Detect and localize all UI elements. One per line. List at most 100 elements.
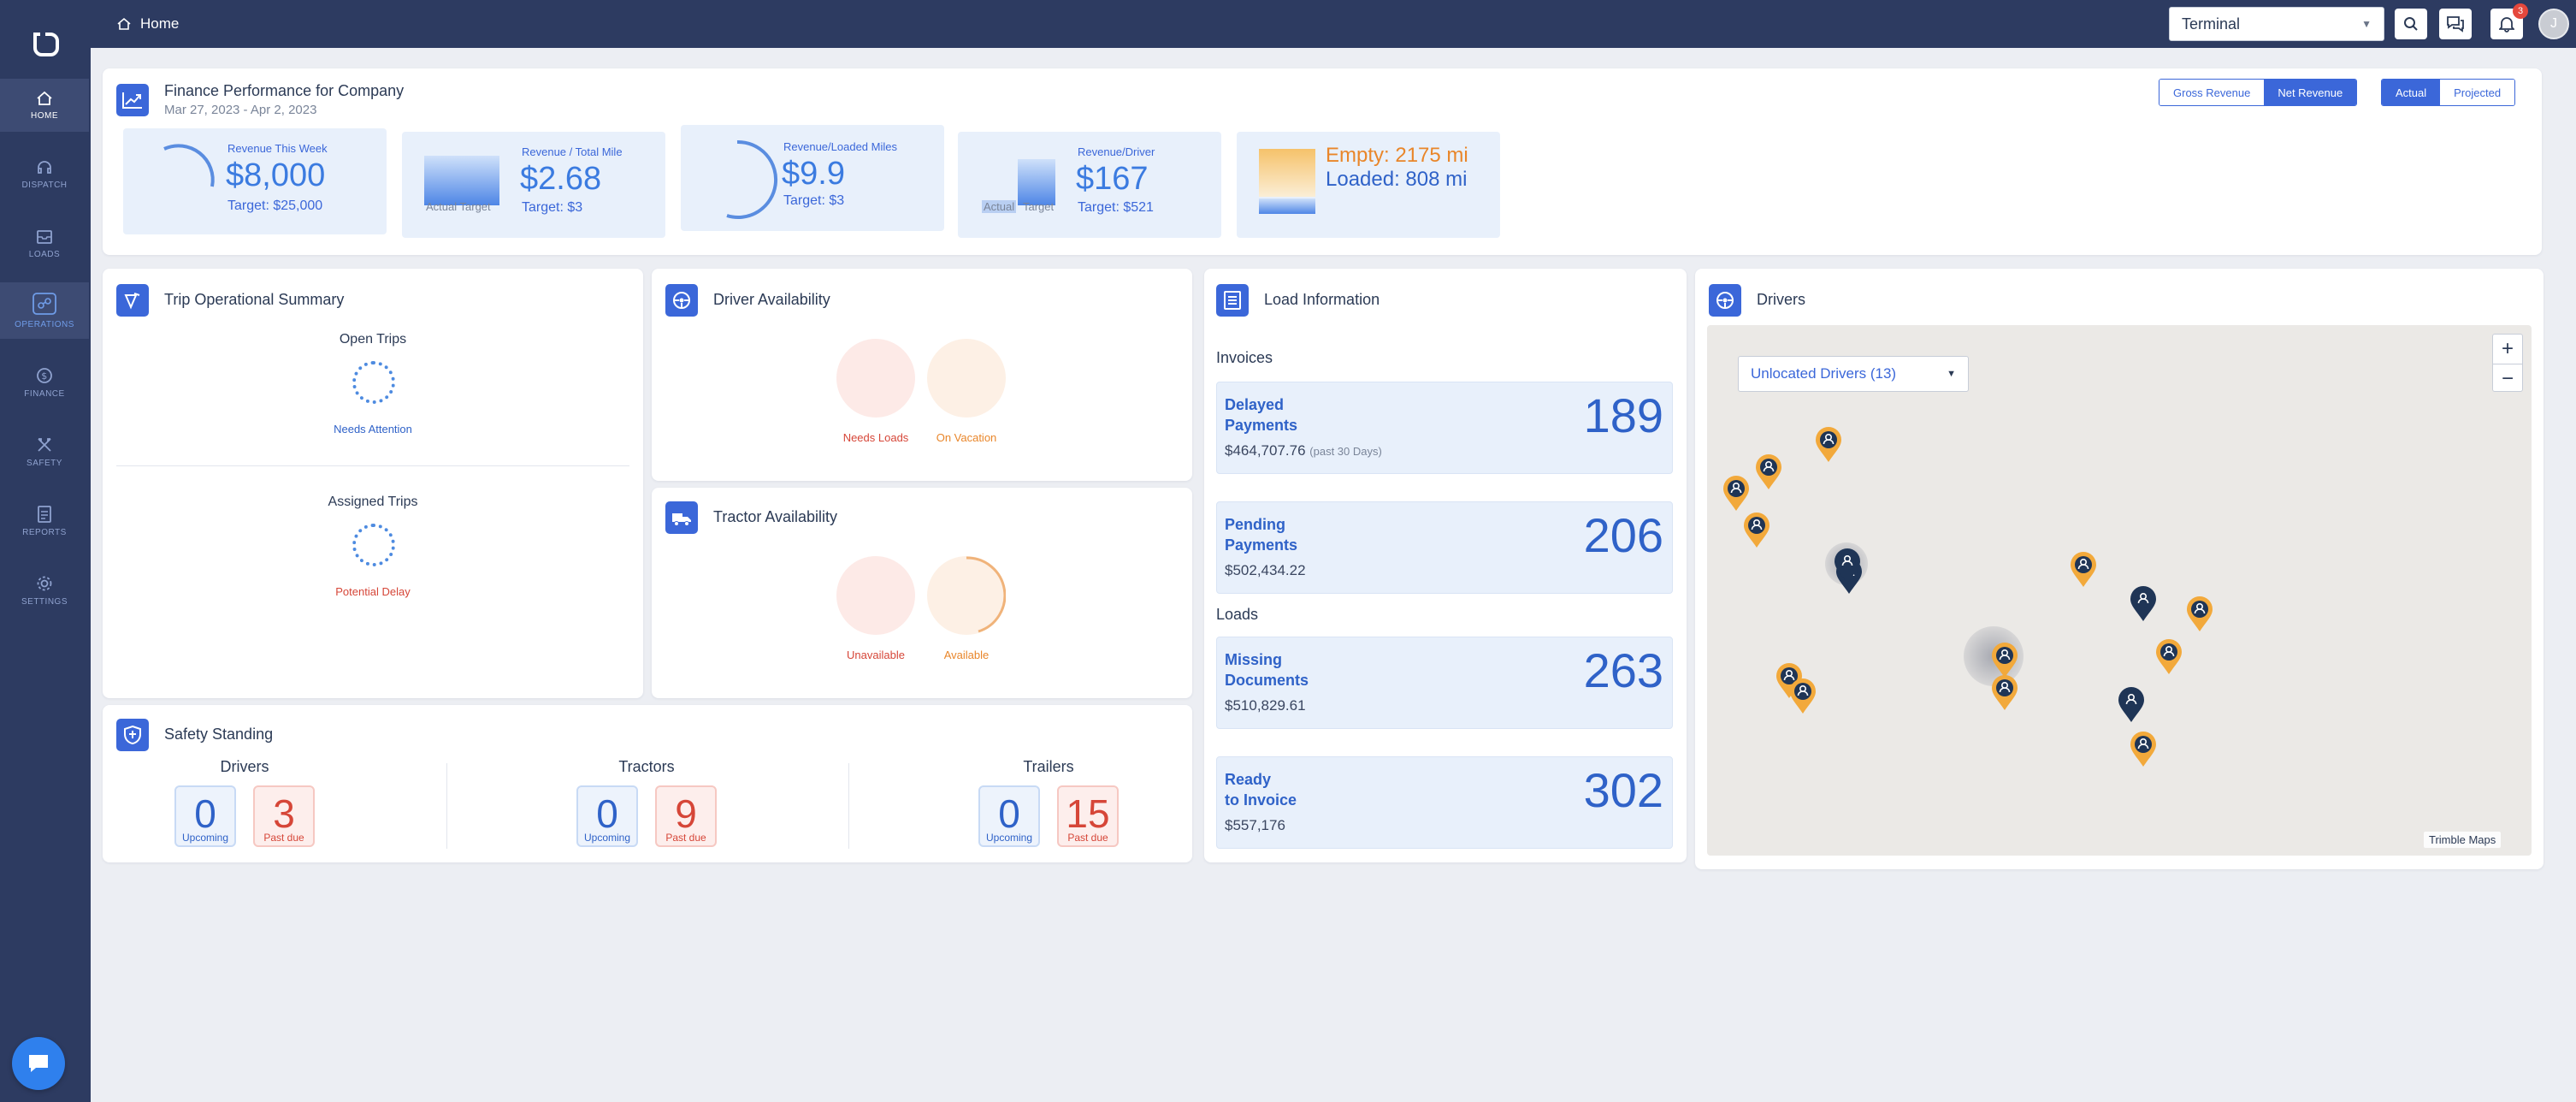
sidebar-item-dispatch[interactable]: DISPATCH [0, 148, 89, 201]
delayed-payments-tile[interactable]: Delayed Payments 189 $464,707.76 (past 30… [1216, 382, 1673, 474]
driver-pin-icon[interactable] [1753, 453, 1784, 491]
kpi-caption-target: Target [1023, 200, 1055, 213]
open-trips-heading: Open Trips [339, 332, 407, 347]
pending-payments-tile[interactable]: Pending Payments 206 $502,434.22 [1216, 501, 1673, 594]
shield-icon [116, 719, 149, 751]
on-vacation-chart[interactable] [927, 339, 1006, 418]
driver-pin-icon[interactable] [2128, 731, 2159, 768]
kpi-target: Target: $521 [1078, 200, 1154, 215]
driver-pin-icon[interactable] [2128, 585, 2159, 623]
sidebar-item-label: SETTINGS [21, 596, 68, 607]
kpi-value: $2.68 [520, 161, 602, 197]
kpi-empty-loaded-miles[interactable]: Empty: 2175 mi Loaded: 808 mi [1237, 132, 1500, 238]
kpi-caption-actual: Actual [982, 200, 1017, 213]
finance-title: Finance Performance for Company [164, 82, 405, 99]
drivers-heading: Drivers [220, 758, 269, 775]
driver-pin-icon[interactable] [1787, 678, 1818, 715]
sidebar-item-finance[interactable]: $ FINANCE [0, 356, 89, 409]
driver-pin-icon[interactable] [2184, 595, 2215, 633]
tile-amount-note: (past 30 Days) [1309, 445, 1382, 458]
ready-to-invoice-tile[interactable]: Ready to Invoice 302 $557,176 [1216, 756, 1673, 849]
driver-pin-icon[interactable] [1832, 548, 1863, 585]
kpi-target: Target: $3 [783, 193, 845, 208]
sidebar-item-loads[interactable]: LOADS [0, 217, 89, 270]
drivers-past-due[interactable]: 3 Past due [253, 785, 315, 847]
driver-pin-icon[interactable] [1813, 426, 1844, 464]
kpi-target: Target: $25,000 [227, 198, 323, 213]
available-label: Available [943, 649, 990, 661]
upcoming-count: 0 [998, 791, 1020, 836]
notifications-button[interactable]: 3 [2490, 3, 2528, 39]
projected-button[interactable]: Projected [2440, 80, 2515, 105]
steering-wheel-icon [1709, 284, 1741, 317]
chat-icon [29, 1055, 48, 1072]
sidebar-item-reports[interactable]: REPORTS [0, 495, 89, 548]
tile-title: Missing Documents [1225, 649, 1396, 690]
zoom-control: + − [2492, 334, 2523, 392]
tile-title-line: Delayed [1225, 396, 1285, 413]
driver-pin-icon[interactable] [1721, 475, 1752, 512]
driver-pin-icon[interactable] [2068, 551, 2099, 589]
actual-button[interactable]: Actual [2382, 80, 2441, 105]
sidebar-item-label: FINANCE [24, 388, 65, 399]
trailers-past-due[interactable]: 15 Past due [1057, 785, 1119, 847]
gross-revenue-button[interactable]: Gross Revenue [2159, 80, 2265, 105]
sidebar-item-safety[interactable]: SAFETY [0, 425, 89, 478]
avatar[interactable]: J [2538, 9, 2569, 39]
needs-attention-label[interactable]: Needs Attention [287, 423, 458, 435]
tile-title-line: to Invoice [1225, 791, 1297, 809]
breadcrumb[interactable]: Home [116, 14, 179, 34]
tile-amount: $464,707.76 (past 30 Days) [1225, 442, 1382, 459]
needs-loads-chart[interactable] [836, 339, 915, 418]
actual-target-bar [1018, 159, 1055, 205]
bell-icon [2499, 17, 2514, 33]
potential-delay-label[interactable]: Potential Delay [287, 585, 458, 598]
tile-title: Pending Payments [1225, 514, 1396, 555]
sidebar-item-home[interactable]: HOME [0, 79, 89, 132]
driver-pin-icon[interactable] [1989, 674, 2020, 712]
kpi-revenue-week[interactable]: Revenue This Week $8,000 Target: $25,000 [123, 128, 387, 234]
sidebar-item-settings[interactable]: SETTINGS [0, 564, 89, 617]
upcoming-label: Upcoming [181, 832, 229, 844]
sidebar-item-operations[interactable]: OPERATIONS [0, 282, 89, 339]
search-button[interactable] [2395, 9, 2427, 39]
unavailable-chart[interactable] [836, 556, 915, 635]
loaded-miles-bar [1259, 198, 1315, 214]
messages-button[interactable] [2439, 9, 2472, 39]
tile-title-line: Documents [1225, 672, 1309, 689]
zoom-in-button[interactable]: + [2493, 335, 2522, 364]
kpi-revenue-total-mile[interactable]: Actual Target Revenue / Total Mile $2.68… [402, 132, 665, 238]
terminal-select-value: Terminal [2182, 15, 2241, 33]
past-due-label: Past due [263, 832, 304, 844]
chat-button[interactable] [12, 1037, 65, 1090]
unlocated-drivers-select[interactable]: Unlocated Drivers (13) ▼ [1738, 356, 1969, 392]
missing-documents-tile[interactable]: Missing Documents 263 $510,829.61 [1216, 637, 1673, 729]
driver-pin-icon[interactable] [1741, 512, 1772, 549]
zoom-out-button[interactable]: − [2493, 364, 2522, 393]
available-chart[interactable] [927, 556, 1007, 635]
tile-count: 263 [1583, 643, 1663, 697]
kpi-revenue-loaded-miles[interactable]: Revenue/Loaded Miles $9.9 Target: $3 [681, 125, 944, 231]
trailers-upcoming[interactable]: 0 Upcoming [978, 785, 1040, 847]
past-due-count: 15 [1066, 791, 1110, 836]
tile-amount-value: $464,707.76 [1225, 442, 1306, 459]
revenue-toggle: Gross Revenue Net Revenue [2159, 79, 2358, 106]
kpi-revenue-driver[interactable]: Actual Target Revenue/Driver $167 Target… [958, 132, 1221, 238]
trip-icon [116, 284, 149, 317]
home-icon [37, 91, 52, 105]
past-due-label: Past due [665, 832, 706, 844]
net-revenue-button[interactable]: Net Revenue [2264, 80, 2357, 105]
driver-pin-icon[interactable] [2154, 638, 2184, 676]
kpi-caption: Actual Target [426, 200, 491, 213]
app-logo[interactable] [28, 29, 62, 60]
tile-title-line: Payments [1225, 417, 1298, 434]
drivers-map[interactable]: Unlocated Drivers (13) ▼ + − Trimble Map… [1707, 325, 2532, 856]
terminal-select[interactable]: Terminal ▼ [2169, 7, 2384, 41]
divider [116, 465, 629, 466]
driver-pin-icon[interactable] [2116, 686, 2147, 724]
safety-standing-title: Safety Standing [164, 726, 274, 743]
trip-summary-title: Trip Operational Summary [164, 291, 345, 308]
drivers-upcoming[interactable]: 0 Upcoming [174, 785, 236, 847]
tractors-past-due[interactable]: 9 Past due [655, 785, 717, 847]
tractors-upcoming[interactable]: 0 Upcoming [576, 785, 638, 847]
